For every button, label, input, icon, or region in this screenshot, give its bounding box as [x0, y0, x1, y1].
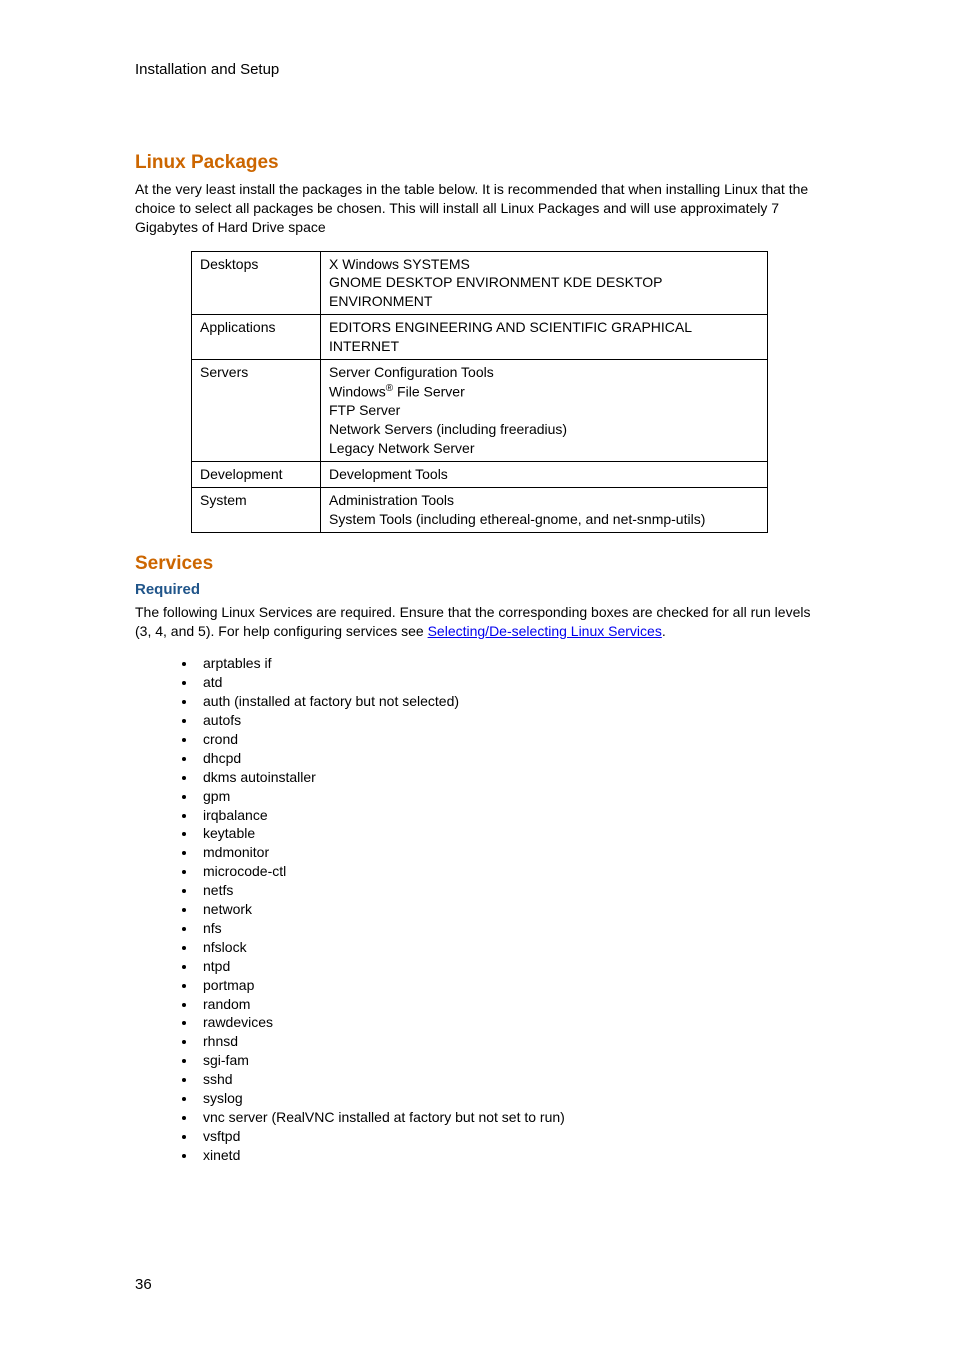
table-cell-value: Development Tools — [321, 462, 768, 488]
list-item: xinetd — [197, 1146, 824, 1165]
intro-services-post: . — [662, 623, 666, 639]
table-row: DevelopmentDevelopment Tools — [192, 462, 768, 488]
list-item: microcode-ctl — [197, 862, 824, 881]
table-row: ApplicationsEDITORS ENGINEERING AND SCIE… — [192, 315, 768, 360]
heading-linux-packages: Linux Packages — [135, 150, 824, 176]
heading-services: Services — [135, 551, 824, 577]
list-item: sshd — [197, 1070, 824, 1089]
intro-linux-packages: At the very least install the packages i… — [135, 180, 824, 237]
list-item: ntpd — [197, 957, 824, 976]
table-cell-category: System — [192, 488, 321, 533]
list-item: network — [197, 900, 824, 919]
list-item: irqbalance — [197, 806, 824, 825]
list-item: auth (installed at factory but not selec… — [197, 692, 824, 711]
table-cell-value: Server Configuration ToolsWindows® File … — [321, 360, 768, 462]
table-cell-category: Applications — [192, 315, 321, 360]
link-selecting-services[interactable]: Selecting/De-selecting Linux Services — [428, 623, 662, 639]
list-item: vnc server (RealVNC installed at factory… — [197, 1108, 824, 1127]
list-item: atd — [197, 673, 824, 692]
list-item: rhnsd — [197, 1032, 824, 1051]
list-item: random — [197, 995, 824, 1014]
page-number: 36 — [135, 1275, 824, 1295]
intro-services: The following Linux Services are require… — [135, 603, 824, 641]
table-cell-value: Administration ToolsSystem Tools (includ… — [321, 488, 768, 533]
list-item: nfs — [197, 919, 824, 938]
list-item: rawdevices — [197, 1013, 824, 1032]
list-item: dkms autoinstaller — [197, 768, 824, 787]
table-cell-value: X Windows SYSTEMSGNOME DESKTOP ENVIRONME… — [321, 251, 768, 315]
list-item: portmap — [197, 976, 824, 995]
list-item: vsftpd — [197, 1127, 824, 1146]
running-header: Installation and Setup — [135, 60, 824, 80]
table-cell-category: Development — [192, 462, 321, 488]
registered-mark: ® — [386, 383, 393, 394]
packages-table: DesktopsX Windows SYSTEMSGNOME DESKTOP E… — [191, 251, 768, 533]
services-list: arptables ifatdauth (installed at factor… — [135, 654, 824, 1164]
list-item: keytable — [197, 824, 824, 843]
list-item: sgi-fam — [197, 1051, 824, 1070]
list-item: mdmonitor — [197, 843, 824, 862]
table-cell-category: Desktops — [192, 251, 321, 315]
table-row: ServersServer Configuration ToolsWindows… — [192, 360, 768, 462]
list-item: dhcpd — [197, 749, 824, 768]
table-cell-category: Servers — [192, 360, 321, 462]
list-item: arptables if — [197, 654, 824, 673]
list-item: netfs — [197, 881, 824, 900]
list-item: nfslock — [197, 938, 824, 957]
list-item: autofs — [197, 711, 824, 730]
list-item: gpm — [197, 787, 824, 806]
subheading-required: Required — [135, 580, 824, 600]
table-row: DesktopsX Windows SYSTEMSGNOME DESKTOP E… — [192, 251, 768, 315]
list-item: syslog — [197, 1089, 824, 1108]
list-item: crond — [197, 730, 824, 749]
table-row: SystemAdministration ToolsSystem Tools (… — [192, 488, 768, 533]
table-cell-value: EDITORS ENGINEERING AND SCIENTIFIC GRAPH… — [321, 315, 768, 360]
